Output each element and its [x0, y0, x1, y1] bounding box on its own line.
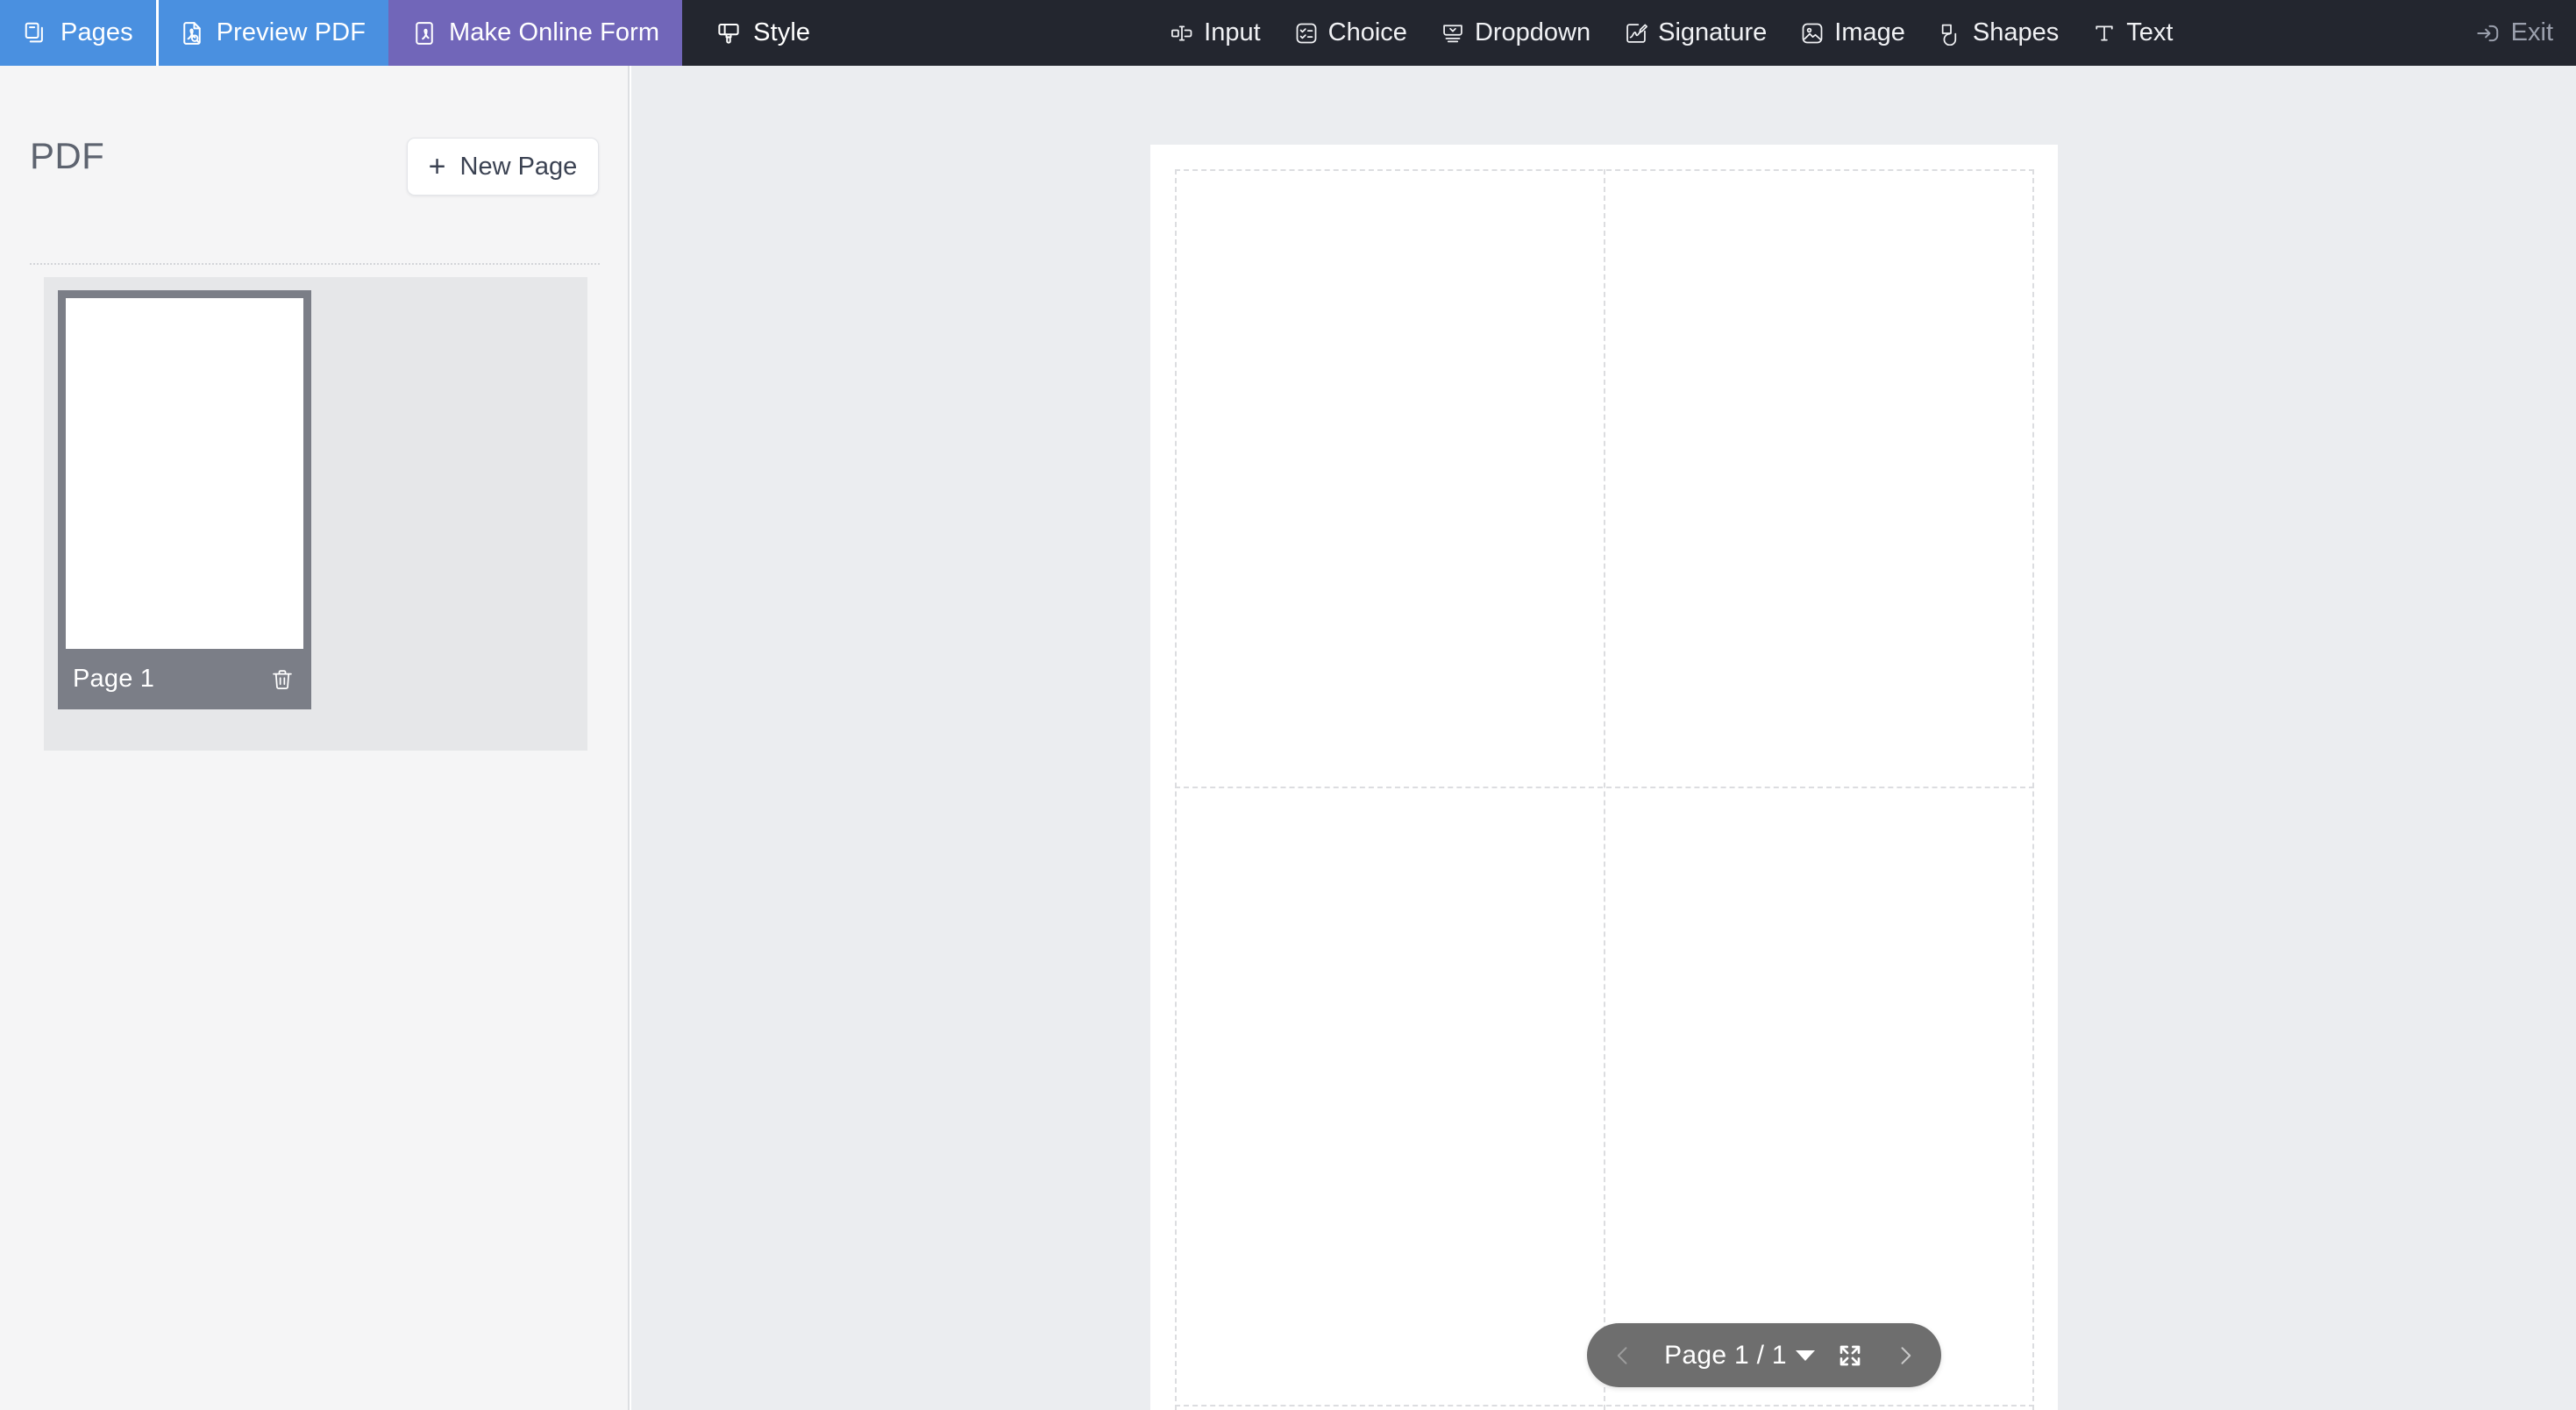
tool-dropdown-label: Dropdown: [1474, 18, 1591, 46]
document-canvas[interactable]: Page 1 / 1: [631, 66, 2576, 1410]
new-page-label: New Page: [459, 152, 578, 181]
exit-button[interactable]: Exit: [2474, 0, 2553, 66]
sidebar-divider: [30, 263, 600, 265]
tool-shapes-label: Shapes: [1972, 18, 2060, 46]
nav-tab-style[interactable]: Style: [682, 0, 833, 66]
nav-tab-make-online-form-label: Make Online Form: [449, 18, 660, 46]
checklist-icon: [1294, 21, 1319, 46]
tool-shapes[interactable]: Shapes: [1922, 0, 2075, 66]
shapes-icon: [1939, 21, 1963, 46]
exit-icon: [2474, 20, 2501, 46]
previous-page-button[interactable]: [1603, 1335, 1643, 1376]
page-thumbnail-list: Page 1: [44, 277, 587, 751]
fullscreen-icon[interactable]: [1836, 1342, 1864, 1370]
top-toolbar: Pages Preview PDF Make Online Form Style…: [0, 0, 2576, 66]
page-thumbnail-item[interactable]: Page 1: [58, 290, 311, 709]
tool-signature[interactable]: Signature: [1607, 0, 1783, 66]
caret-down-icon[interactable]: [1795, 1349, 1815, 1361]
tool-text-label: Text: [2126, 18, 2174, 46]
signature-icon: [1624, 21, 1648, 46]
guide-line-right: [2032, 169, 2034, 1410]
tool-input[interactable]: Input: [1153, 0, 1277, 66]
preview-pdf-icon: [179, 20, 205, 46]
pages-icon: [23, 20, 49, 46]
page-indicator-group: Page 1 / 1: [1664, 1341, 1864, 1371]
pdf-page-surface[interactable]: [1150, 145, 2058, 1410]
page-indicator-label[interactable]: Page 1 / 1: [1664, 1341, 1787, 1371]
nav-tab-pages[interactable]: Pages: [0, 0, 156, 66]
guide-line-center-vertical: [1604, 169, 1605, 1410]
page-title: PDF: [30, 135, 105, 176]
nav-tab-preview-pdf[interactable]: Preview PDF: [155, 0, 389, 66]
guide-line-left: [1175, 169, 1177, 1410]
style-brush-icon: [715, 20, 742, 46]
tool-image[interactable]: Image: [1783, 0, 1922, 66]
tool-signature-label: Signature: [1658, 18, 1768, 46]
tool-text[interactable]: Text: [2075, 0, 2189, 66]
input-field-icon: [1170, 21, 1194, 46]
tool-dropdown[interactable]: Dropdown: [1424, 0, 1607, 66]
tool-choice-label: Choice: [1327, 18, 1407, 46]
guide-line-top: [1175, 169, 2034, 171]
tool-input-label: Input: [1204, 18, 1261, 46]
guide-line-center-horizontal: [1175, 787, 2034, 788]
text-icon: [2092, 21, 2117, 46]
page-thumbnail-label: Page 1: [73, 665, 155, 693]
image-icon: [1800, 21, 1825, 46]
nav-tab-preview-pdf-label: Preview PDF: [216, 18, 366, 46]
next-page-button[interactable]: [1885, 1335, 1925, 1376]
guide-line-bottom: [1175, 1405, 2034, 1406]
plus-icon: +: [428, 150, 446, 183]
dropdown-icon: [1441, 21, 1465, 46]
nav-tab-make-online-form[interactable]: Make Online Form: [388, 0, 683, 66]
sidebar-header: PDF + New Page: [0, 66, 628, 196]
pages-sidebar: PDF + New Page Page 1: [0, 66, 630, 1410]
element-tools-group: Input Choice Dropdown Signature Image Sh…: [1153, 0, 2189, 66]
trash-icon[interactable]: [270, 666, 295, 693]
page-thumbnail-footer: Page 1: [58, 649, 311, 709]
tool-image-label: Image: [1834, 18, 1905, 46]
nav-tab-pages-label: Pages: [60, 18, 133, 46]
new-page-button[interactable]: + New Page: [407, 138, 599, 196]
page-navigation-bar: Page 1 / 1: [1587, 1323, 1941, 1387]
make-online-form-icon: [411, 20, 438, 46]
tool-choice[interactable]: Choice: [1277, 0, 1424, 66]
exit-label: Exit: [2510, 18, 2553, 46]
page-thumbnail-preview: [66, 298, 303, 649]
nav-tab-style-label: Style: [753, 18, 811, 46]
